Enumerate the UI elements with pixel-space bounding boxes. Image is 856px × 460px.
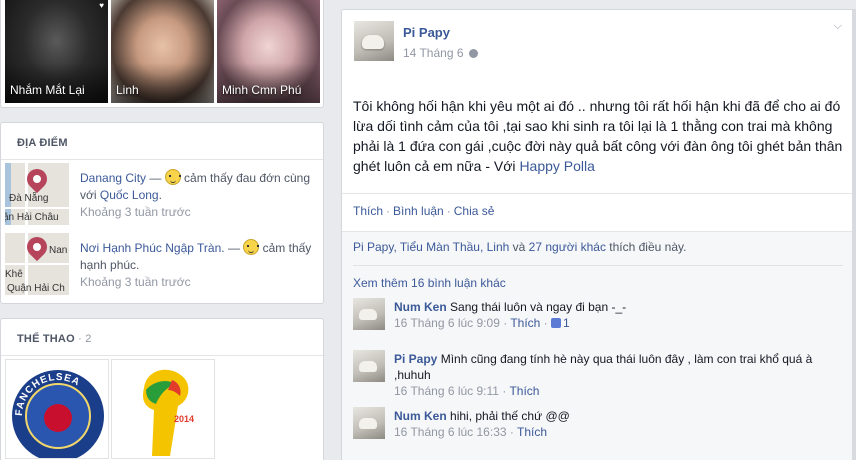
- comment: Pi Papy Mình cũng đang tính hè này qua t…: [353, 350, 843, 400]
- commenter-name[interactable]: Num Ken: [394, 409, 447, 423]
- comment-meta: 16 Tháng 6 lúc 9:11 · Thích: [394, 384, 540, 398]
- post-timestamp: 14 Tháng 6: [403, 46, 478, 60]
- commenter-avatar[interactable]: [353, 407, 385, 439]
- friend-name[interactable]: Linh: [116, 83, 139, 97]
- comment-meta: 16 Tháng 6 lúc 16:33 · Thích: [394, 425, 548, 439]
- map-label: Đà Nẵng: [9, 193, 49, 204]
- sports-title[interactable]: THỂ THAO · 2: [17, 333, 92, 345]
- post-text: Tôi không hối hận khi yêu một ai đó .. n…: [353, 98, 843, 174]
- place-item[interactable]: Nan Khê Quận Hải Ch Nơi Hạnh Phúc Ngập T…: [5, 233, 321, 295]
- share-button[interactable]: Chia sẻ: [454, 204, 495, 218]
- place-description: Nơi Hạnh Phúc Ngập Tràn. — cảm thấy hạnh…: [80, 239, 312, 289]
- sports-card: THỂ THAO · 2 FANCHELSEA 2014: [0, 318, 324, 460]
- map-label: Quận Hải Ch: [7, 283, 65, 294]
- commenter-avatar[interactable]: [353, 298, 385, 330]
- likes-summary: Pi Papy, Tiểu Màn Thầu, Linh và 27 người…: [353, 240, 687, 254]
- comment-like-count[interactable]: 1: [551, 316, 570, 330]
- friend-name[interactable]: Nhắm Mắt Lại: [10, 83, 85, 97]
- comment-meta: 16 Tháng 6 lúc 9:09 · Thích · 1: [394, 316, 570, 330]
- comment-time[interactable]: 16 Tháng 6 lúc 16:33: [394, 425, 507, 439]
- globe-icon[interactable]: [468, 49, 478, 58]
- thumbs-up-icon: [551, 318, 562, 328]
- friend-tile[interactable]: Linh: [111, 0, 214, 103]
- scrollbar[interactable]: [852, 9, 856, 460]
- author-avatar[interactable]: [354, 21, 394, 61]
- friend-tile[interactable]: Minh Cmn Phú: [217, 0, 320, 103]
- sport-tile[interactable]: FANCHELSEA: [5, 359, 109, 459]
- commenter-avatar[interactable]: [353, 350, 385, 382]
- friend-name[interactable]: Minh Cmn Phú: [222, 83, 301, 97]
- map-label: Nan: [49, 245, 68, 256]
- feedback-section: Pi Papy, Tiểu Màn Thầu, Linh và 27 người…: [342, 231, 854, 460]
- happy-emoji-icon: [243, 239, 260, 255]
- chevron-down-icon[interactable]: ⌵: [834, 20, 842, 33]
- map-label: Khê: [5, 269, 23, 280]
- comment-like-button[interactable]: Thích: [510, 316, 540, 330]
- sport-tile[interactable]: 2014: [111, 359, 215, 459]
- commenter-name[interactable]: Num Ken: [394, 300, 447, 314]
- comment: Num Ken hihi, phải thế chứ @@ 16 Tháng 6…: [353, 407, 843, 447]
- comment-text: Sang thái luôn và ngay đi bạn -_-: [450, 300, 627, 314]
- comment-time[interactable]: 16 Tháng 6 lúc 9:11: [394, 384, 499, 398]
- world-cup-logo: 2014: [143, 369, 194, 456]
- post-card: Pi Papy 14 Tháng 6 ⌵ Tôi không hối hận k…: [341, 9, 855, 460]
- friends-card: ♥ Nhắm Mắt Lại Linh Minh Cmn Phú: [0, 0, 324, 108]
- comment-like-button[interactable]: Thích: [517, 425, 547, 439]
- comment: Num Ken Sang thái luôn và ngay đi bạn -_…: [353, 298, 843, 338]
- view-more-comments-link[interactable]: Xem thêm 16 bình luận khác: [353, 276, 506, 290]
- places-title[interactable]: ĐỊA ĐIỂM: [17, 137, 68, 149]
- like-button[interactable]: Thích: [353, 204, 383, 218]
- tagged-friend[interactable]: Happy Polla: [519, 158, 595, 174]
- fanchelsea-logo: FANCHELSEA: [12, 370, 104, 458]
- svg-text:2014: 2014: [174, 414, 194, 424]
- tagged-friend[interactable]: Quốc Long: [100, 188, 159, 202]
- place-item[interactable]: Đà Nẵng ận Hải Châu Danang City — cảm th…: [5, 163, 321, 225]
- place-name[interactable]: Nơi Hạnh Phúc Ngập Tràn.: [80, 241, 225, 255]
- map-thumbnail[interactable]: Đà Nẵng ận Hải Châu: [5, 163, 69, 225]
- place-description: Danang City — cảm thấy đau đớn cùng với …: [80, 169, 310, 219]
- post-author[interactable]: Pi Papy: [403, 25, 450, 40]
- commenter-name[interactable]: Pi Papy: [394, 352, 437, 366]
- place-name[interactable]: Danang City: [80, 171, 146, 185]
- map-label: ận Hải Châu: [5, 212, 59, 223]
- post-actions: Thích · Bình luận · Chia sẻ: [353, 204, 495, 218]
- friend-tile[interactable]: ♥ Nhắm Mắt Lại: [5, 0, 108, 103]
- place-time[interactable]: Khoảng 3 tuần trước: [80, 205, 191, 219]
- heart-icon: ♥: [99, 1, 104, 10]
- comment-like-button[interactable]: Thích: [509, 384, 539, 398]
- places-card: ĐỊA ĐIỂM Đà Nẵng ận Hải Châu Danang City…: [0, 122, 324, 304]
- sad-emoji-icon: [164, 169, 181, 185]
- comment-time[interactable]: 16 Tháng 6 lúc 9:09: [394, 316, 500, 330]
- comment-button[interactable]: Bình luận: [393, 204, 444, 218]
- place-time[interactable]: Khoảng 3 tuần trước: [80, 275, 191, 289]
- comment-text: Mình cũng đang tính hè này qua thái luôn…: [394, 352, 813, 382]
- map-thumbnail[interactable]: Nan Khê Quận Hải Ch: [5, 233, 69, 295]
- comment-text: hihi, phải thế chứ @@: [450, 409, 570, 423]
